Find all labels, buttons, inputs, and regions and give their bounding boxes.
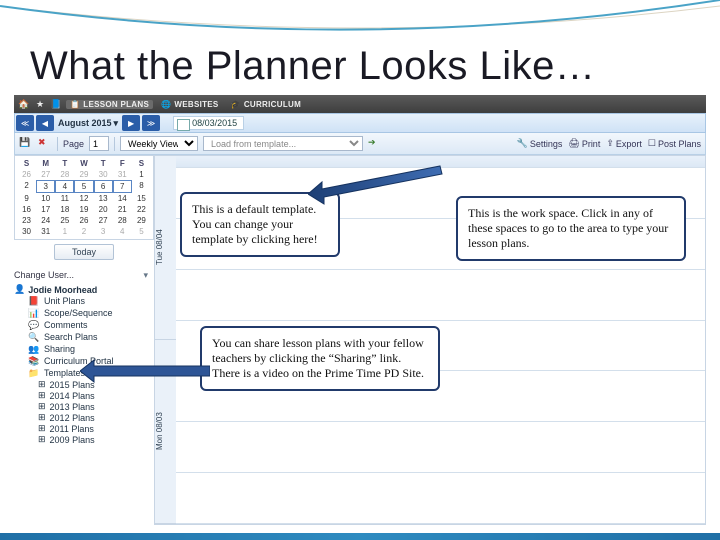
callout-workspace: This is the work space. Click in any of …: [456, 196, 686, 261]
delete-icon[interactable]: ✖: [38, 137, 52, 151]
user-icon: 👤: [14, 284, 25, 295]
nav-lesson-plans[interactable]: 📋 LESSON PLANS: [66, 100, 153, 109]
plan-slot[interactable]: [176, 422, 705, 473]
nav-label: WEBSITES: [174, 100, 218, 109]
wrench-icon: 🔧: [517, 138, 528, 149]
save-icon[interactable]: 💾: [19, 137, 33, 151]
tree-2014-plans[interactable]: ⊞2014 Plans: [14, 390, 154, 401]
month-label: August 2015: [58, 118, 112, 128]
tree-2009-plans[interactable]: ⊞2009 Plans: [14, 434, 154, 445]
page-label: Page: [63, 139, 84, 149]
month-select[interactable]: August 2015 ▾: [58, 118, 118, 129]
export-link[interactable]: ⇪Export: [606, 138, 642, 149]
separator: [114, 137, 115, 151]
book-icon[interactable]: 📘: [50, 98, 62, 110]
tree-2013-plans[interactable]: ⊞2013 Plans: [14, 401, 154, 412]
expand-icon: ⊞: [38, 412, 46, 423]
month-next-fast-button[interactable]: ≫: [142, 115, 160, 131]
folder-icon: 📁: [28, 368, 40, 378]
tree-scope[interactable]: 📊Scope/Sequence: [14, 307, 154, 319]
view-select[interactable]: Weekly View: [120, 136, 198, 151]
print-link[interactable]: 🖨Print: [568, 138, 600, 149]
nav-label: CURRICULUM: [244, 100, 301, 109]
page-title: What the Planner Looks Like…: [30, 44, 595, 89]
planner-app: 🏠 ★ 📘 📋 LESSON PLANS 🌐 WEBSITES 🎓 CURRIC…: [14, 95, 706, 525]
post-icon: ☐: [648, 138, 656, 149]
plan-slot[interactable]: [176, 473, 705, 524]
scope-icon: 📊: [28, 308, 40, 318]
mini-calendar[interactable]: SMTWTFS 2627282930311 2345678 9101112131…: [14, 155, 154, 240]
plan-slot[interactable]: [176, 270, 705, 321]
decorative-arc: [0, 0, 720, 44]
day-label: Tue 08/04: [155, 156, 176, 340]
home-icon[interactable]: 🏠: [18, 98, 30, 110]
callout-template: This is a default template. You can chan…: [180, 192, 340, 257]
comment-icon: 💬: [28, 320, 40, 330]
change-user-dropdown[interactable]: Change User...: [14, 270, 154, 280]
nav-label: LESSON PLANS: [83, 100, 149, 109]
tree-templates[interactable]: 📁Templates: [14, 367, 154, 379]
expand-icon: ⊞: [38, 379, 46, 390]
expand-icon: ⊞: [38, 401, 46, 412]
printer-icon: 🖨: [568, 138, 579, 149]
tree-sharing[interactable]: 👥Sharing: [14, 343, 154, 355]
callout-sharing: You can share lesson plans with your fel…: [200, 326, 440, 391]
nav-websites[interactable]: 🌐 WEBSITES: [157, 100, 222, 109]
plans-icon: 📋: [70, 100, 80, 109]
nav-tree: 👤 Jodie Moorhead 📕Unit Plans 📊Scope/Sequ…: [14, 284, 154, 445]
star-icon[interactable]: ★: [34, 98, 46, 110]
tree-2012-plans[interactable]: ⊞2012 Plans: [14, 412, 154, 423]
cap-icon: 🎓: [231, 100, 241, 109]
tree-comments[interactable]: 💬Comments: [14, 319, 154, 331]
settings-link[interactable]: 🔧Settings: [517, 138, 563, 149]
search-icon: 🔍: [28, 332, 40, 342]
month-prev-button[interactable]: ◀: [36, 115, 54, 131]
portal-icon: 📚: [28, 356, 40, 366]
page-input[interactable]: [89, 136, 109, 151]
separator: [57, 137, 58, 151]
export-icon: ⇪: [606, 138, 614, 149]
sidebar: SMTWTFS 2627282930311 2345678 9101112131…: [14, 155, 154, 525]
expand-icon: ⊞: [38, 434, 46, 445]
today-button[interactable]: Today: [54, 244, 114, 260]
tree-2011-plans[interactable]: ⊞2011 Plans: [14, 423, 154, 434]
globe-icon: 🌐: [161, 100, 171, 109]
plan-header: [176, 156, 705, 168]
chevron-down-icon: ▾: [114, 118, 119, 129]
template-select[interactable]: Load from template...: [203, 136, 363, 151]
post-plans-link[interactable]: ☐Post Plans: [648, 138, 701, 149]
toolbar: 💾 ✖ Page Weekly View Load from template.…: [14, 133, 706, 155]
month-prev-fast-button[interactable]: ≪: [16, 115, 34, 131]
template-go-icon[interactable]: ➔: [368, 137, 382, 151]
tree-2015-plans[interactable]: ⊞2015 Plans: [14, 379, 154, 390]
expand-icon: ⊞: [38, 390, 46, 401]
date-nav-bar: ≪ ◀ August 2015 ▾ ▶ ≫ 08/03/2015: [14, 113, 706, 133]
tree-curriculum-portal[interactable]: 📚Curriculum Portal: [14, 355, 154, 367]
sharing-icon: 👥: [28, 344, 40, 354]
day-label: Mon 08/03: [155, 340, 176, 524]
tree-unit-plans[interactable]: 📕Unit Plans: [14, 295, 154, 307]
date-tab[interactable]: 08/03/2015: [173, 116, 244, 130]
month-next-button[interactable]: ▶: [122, 115, 140, 131]
tree-root[interactable]: 👤 Jodie Moorhead: [14, 284, 154, 295]
day-gutter: Mon 08/03 Tue 08/04: [154, 156, 176, 524]
bottom-banner: [0, 533, 720, 540]
nav-curriculum[interactable]: 🎓 CURRICULUM: [227, 100, 305, 109]
expand-icon: ⊞: [38, 423, 46, 434]
folder-icon: 📕: [28, 296, 40, 306]
top-nav: 🏠 ★ 📘 📋 LESSON PLANS 🌐 WEBSITES 🎓 CURRIC…: [14, 95, 706, 113]
tree-search-plans[interactable]: 🔍Search Plans: [14, 331, 154, 343]
